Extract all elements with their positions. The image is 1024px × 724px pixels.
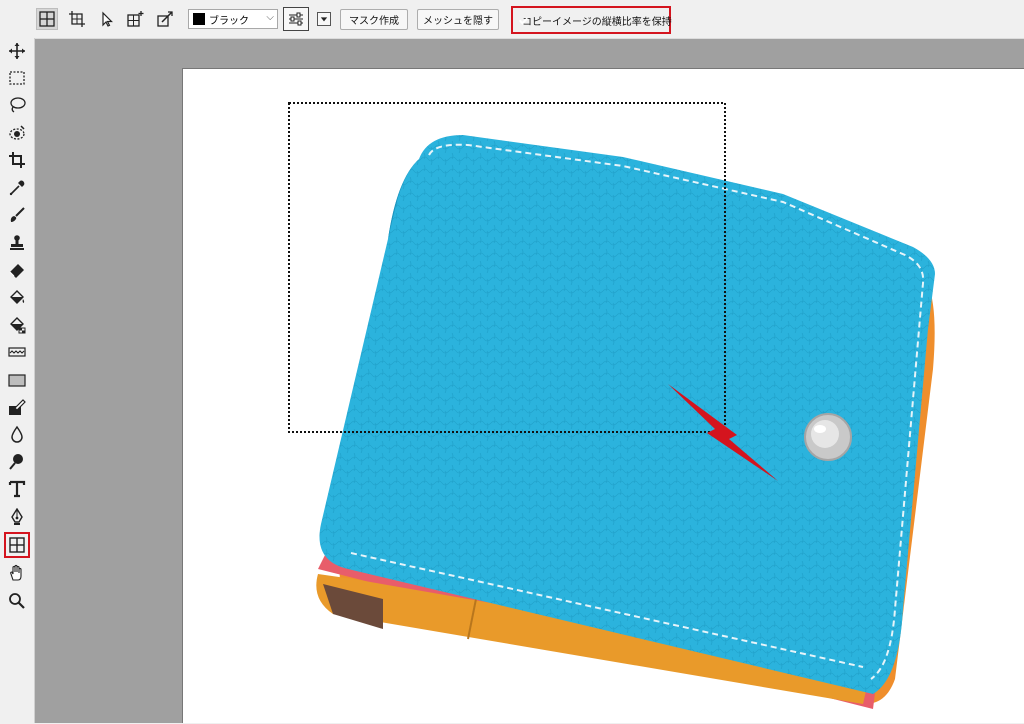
lasso-icon[interactable]: [4, 92, 30, 118]
fill-pattern-icon[interactable]: [4, 312, 30, 338]
eraser-icon[interactable]: [4, 257, 30, 283]
brush-icon[interactable]: [4, 202, 30, 228]
hide-mesh-button[interactable]: メッシュを隠す: [417, 9, 499, 30]
mesh-icon[interactable]: [4, 532, 30, 558]
mesh-warp-icon[interactable]: [36, 8, 58, 30]
fill-icon[interactable]: [4, 284, 30, 310]
hand-icon[interactable]: [4, 560, 30, 586]
options-dropdown-button[interactable]: [317, 12, 331, 26]
settings-sliders-button[interactable]: [283, 7, 309, 31]
direct-select-icon[interactable]: [96, 8, 118, 30]
dodge-icon[interactable]: [4, 449, 30, 475]
color-select[interactable]: ブラック ⌵: [188, 9, 278, 29]
pen-icon[interactable]: [4, 504, 30, 530]
text-icon[interactable]: [4, 476, 30, 502]
perspective-warp-icon[interactable]: [66, 8, 88, 30]
eyedropper-icon[interactable]: [4, 175, 30, 201]
crop-icon[interactable]: [4, 147, 30, 173]
create-mask-button[interactable]: マスク作成: [340, 9, 408, 30]
document-canvas[interactable]: [182, 68, 1024, 723]
options-bar: ブラック ⌵ マスク作成 メッシュを隠す コピーイメージの縦横比率を保持: [0, 0, 1024, 39]
stamp-icon[interactable]: [4, 230, 30, 256]
drop-icon[interactable]: [4, 421, 30, 447]
rectangle-shape-icon[interactable]: [4, 367, 30, 393]
color-swatch: [193, 13, 205, 25]
zoom-icon[interactable]: [4, 588, 30, 614]
chevron-down-icon: ⌵: [266, 12, 274, 23]
keep-ratio-checkbox[interactable]: コピーイメージの縦横比率を保持: [511, 6, 672, 34]
add-point-icon[interactable]: [124, 8, 146, 30]
sliders-icon: [289, 12, 303, 26]
keep-ratio-label: コピーイメージの縦横比率を保持: [522, 16, 672, 28]
edit-icon[interactable]: [4, 394, 30, 420]
move-icon[interactable]: [4, 38, 30, 64]
color-label: ブラック: [209, 15, 249, 27]
wallet-image: [288, 102, 936, 709]
magic-select-icon[interactable]: [4, 120, 30, 146]
transform-icon[interactable]: [154, 8, 176, 30]
rect-select-icon[interactable]: [4, 65, 30, 91]
wave-icon[interactable]: [4, 339, 30, 365]
toolbox: [0, 38, 35, 723]
triangle-down-icon: [320, 17, 328, 22]
